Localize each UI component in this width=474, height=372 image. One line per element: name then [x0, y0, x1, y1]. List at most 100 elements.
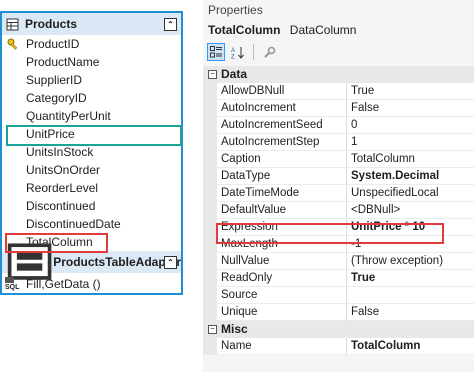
category-name: Misc [221, 322, 248, 336]
property-value[interactable]: False [347, 304, 474, 321]
property-row[interactable]: Caption TotalColumn [203, 151, 474, 168]
property-row[interactable]: Name TotalColumn [203, 338, 474, 355]
property-name: DataType [217, 168, 347, 185]
svg-text:Z: Z [231, 54, 235, 59]
datatable-header[interactable]: Products ⌃ [2, 13, 181, 35]
collapse-adapter-icon[interactable]: ⌃ [164, 256, 177, 269]
property-name: Unique [217, 304, 347, 321]
row-gutter [203, 304, 217, 321]
property-value[interactable]: True [347, 270, 474, 287]
sort-az-icon: A Z [231, 46, 244, 59]
row-gutter [203, 168, 217, 185]
row-gutter [203, 185, 217, 202]
collapse-category-icon[interactable]: − [208, 70, 217, 79]
category-header[interactable]: − Data [203, 66, 474, 83]
property-value[interactable]: UnspecifiedLocal [347, 185, 474, 202]
column-item[interactable]: QuantityPerUnit [2, 107, 181, 125]
method-label: Fill,GetData () [26, 277, 101, 291]
column-name: Discontinued [26, 199, 96, 213]
properties-title: Properties [208, 3, 263, 17]
property-name: DefaultValue [217, 202, 347, 219]
property-pages-button[interactable] [260, 43, 278, 61]
column-name: SupplierID [26, 73, 83, 87]
column-name: ProductID [26, 37, 80, 51]
svg-text:A: A [231, 48, 235, 54]
property-value[interactable]: <DBNull> [347, 202, 474, 219]
row-gutter [203, 219, 217, 236]
object-selector[interactable]: TotalColumn DataColumn [203, 20, 474, 40]
column-item[interactable]: UnitsOnOrder [2, 161, 181, 179]
property-name: Name [217, 338, 347, 355]
column-name: UnitsInStock [26, 145, 94, 159]
column-item[interactable]: ReorderLevel [2, 179, 181, 197]
properties-window: Properties TotalColumn DataColumn A Z − … [203, 0, 474, 372]
property-value[interactable]: 1 [347, 134, 474, 151]
property-row[interactable]: AutoIncrementStep 1 [203, 134, 474, 151]
property-value[interactable] [347, 287, 474, 304]
category-header[interactable]: − Misc [203, 321, 474, 338]
property-name: AutoIncrementStep [217, 134, 347, 151]
property-name: AutoIncrementSeed [217, 117, 347, 134]
category-name: Data [221, 67, 248, 81]
property-row[interactable]: Unique False [203, 304, 474, 321]
property-value[interactable]: 0 [347, 117, 474, 134]
property-row[interactable]: NullValue (Throw exception) [203, 253, 474, 270]
property-value[interactable]: True [347, 83, 474, 100]
datatable-icon [6, 18, 19, 30]
property-name: Source [217, 287, 347, 304]
property-name: DateTimeMode [217, 185, 347, 202]
column-item[interactable]: CategoryID [2, 89, 181, 107]
property-row[interactable]: AllowDBNull True [203, 83, 474, 100]
row-gutter [203, 253, 217, 270]
toolbar-separator [253, 44, 254, 60]
row-gutter [203, 338, 217, 355]
alphabetical-sort-button[interactable]: A Z [229, 43, 247, 61]
row-gutter [203, 83, 217, 100]
property-row[interactable]: DataType System.Decimal [203, 168, 474, 185]
row-gutter [203, 117, 217, 134]
collapse-table-icon[interactable]: ⌃ [164, 18, 177, 31]
property-row[interactable]: DefaultValue <DBNull> [203, 202, 474, 219]
categorized-icon [210, 46, 222, 58]
column-item[interactable]: Discontinued [2, 197, 181, 215]
property-row[interactable]: AutoIncrementSeed 0 [203, 117, 474, 134]
property-name: AllowDBNull [217, 83, 347, 100]
row-gutter [203, 270, 217, 287]
column-item[interactable]: ProductName [2, 53, 181, 71]
expression-highlight-box [216, 223, 444, 244]
property-name: AutoIncrement [217, 100, 347, 117]
wrench-icon [263, 46, 275, 58]
tableadapter-header[interactable]: ProductsTableAdapter ⌃ [2, 243, 181, 281]
property-row[interactable]: ReadOnly True [203, 270, 474, 287]
datatable-title: Products [25, 17, 78, 31]
property-name: ReadOnly [217, 270, 347, 287]
property-value[interactable]: TotalColumn [347, 151, 474, 168]
property-value[interactable]: TotalColumn [347, 338, 474, 355]
tableadapter-title: ProductsTableAdapter [53, 255, 181, 269]
object-type: DataColumn [289, 23, 357, 37]
column-item[interactable]: SupplierID [2, 71, 181, 89]
property-row[interactable]: Source [203, 287, 474, 304]
property-grid: − Data AllowDBNull True AutoIncrement False Au… [203, 66, 474, 355]
column-item[interactable]: ProductID [2, 35, 181, 53]
property-value[interactable]: (Throw exception) [347, 253, 474, 270]
property-row[interactable]: AutoIncrement False [203, 100, 474, 117]
column-name: ReorderLevel [26, 181, 99, 195]
row-gutter [203, 134, 217, 151]
property-value[interactable]: False [347, 100, 474, 117]
properties-toolbar: A Z [203, 40, 474, 64]
sql-query-icon: SQL [5, 277, 19, 291]
property-value[interactable]: System.Decimal [347, 168, 474, 185]
primary-key-icon [7, 38, 18, 50]
column-name: UnitsOnOrder [26, 163, 101, 177]
categorized-view-button[interactable] [207, 43, 225, 61]
collapse-category-icon[interactable]: − [208, 325, 217, 334]
row-gutter [203, 287, 217, 304]
property-row[interactable]: DateTimeMode UnspecifiedLocal [203, 185, 474, 202]
tableadapter-method[interactable]: SQL Fill,GetData () [2, 273, 181, 295]
column-name: QuantityPerUnit [26, 109, 111, 123]
totalcolumn-highlight-box [5, 233, 108, 253]
row-gutter [203, 151, 217, 168]
column-item[interactable]: DiscontinuedDate [2, 215, 181, 233]
column-name: DiscontinuedDate [26, 217, 121, 231]
